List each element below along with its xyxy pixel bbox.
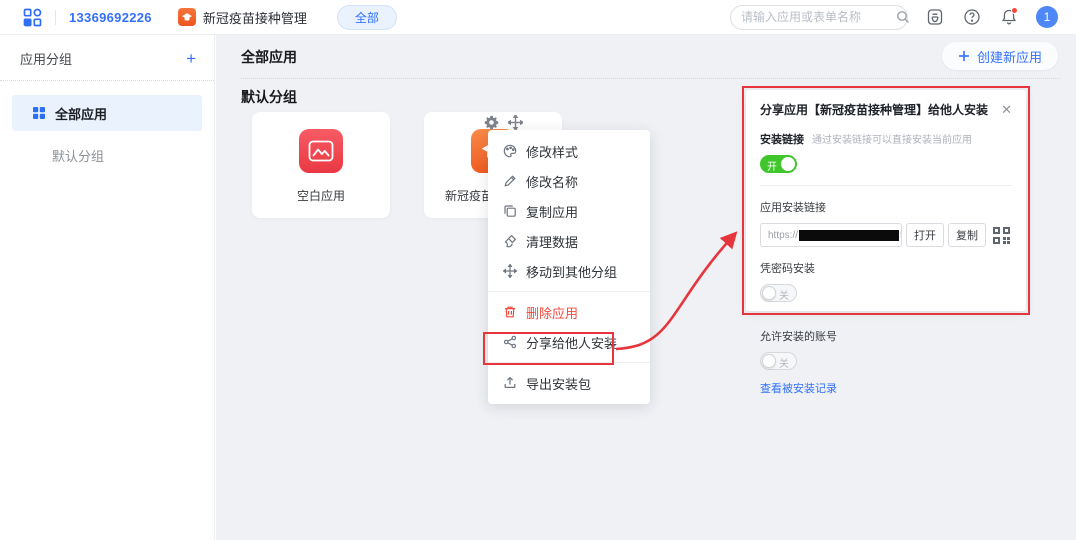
toggle-off-label: 关 (779, 287, 789, 302)
allowed-accounts-toggle[interactable]: 关 (760, 352, 797, 370)
contacts-icon[interactable] (925, 7, 945, 27)
user-avatar[interactable]: 1 (1036, 6, 1058, 28)
sidebar-header: 应用分组 + (0, 35, 214, 81)
blank-app-icon (299, 129, 343, 173)
style-icon (502, 144, 517, 159)
toggle-off-label: 关 (779, 355, 789, 370)
link-prefix-text: https:// (768, 230, 798, 241)
install-link-field[interactable]: https:// 512ca1c925540e07a78... (760, 223, 902, 247)
topbar-right: 1 (730, 5, 1076, 30)
menu-item-edit-style[interactable]: 修改样式 (488, 136, 650, 166)
menu-item-share-install[interactable]: 分享给他人安装 (488, 327, 650, 357)
search-input[interactable] (741, 10, 896, 24)
menu-divider (488, 362, 650, 363)
menu-item-label: 分享给他人安装 (526, 333, 617, 352)
allowed-accounts-label: 允许安装的账号 (760, 328, 837, 344)
install-link-toggle[interactable]: 开 (760, 155, 797, 173)
export-icon (502, 376, 517, 391)
menu-item-move-to-group[interactable]: 移动到其他分组 (488, 256, 650, 286)
menu-item-delete-app[interactable]: 删除应用 (488, 297, 650, 327)
plus-icon (958, 50, 970, 62)
create-app-button-label: 创建新应用 (977, 47, 1042, 66)
sidebar-item-all-apps[interactable]: 全部应用 (12, 95, 202, 131)
share-panel-header: 分享应用【新冠疫苗接种管理】给他人安装 ✕ (760, 90, 1012, 118)
share-icon (502, 335, 517, 350)
scope-filter-pill[interactable]: 全部 (337, 5, 397, 30)
qr-code-icon[interactable] (990, 224, 1012, 246)
toggle-knob (781, 157, 795, 171)
sidebar-title: 应用分组 (20, 49, 72, 68)
menu-item-export-package[interactable]: 导出安装包 (488, 368, 650, 398)
install-link-row: 安装链接 通过安装链接可以直接安装当前应用 (760, 131, 1012, 147)
group-title: 默认分组 (241, 87, 297, 107)
menu-item-label: 修改名称 (526, 172, 578, 191)
add-group-button[interactable]: + (186, 50, 196, 67)
password-install-row: 凭密码安装 (760, 260, 1012, 276)
app-logo-icon (178, 8, 196, 26)
apps-grid-logo-icon[interactable] (22, 7, 42, 27)
close-icon[interactable]: ✕ (1001, 103, 1012, 116)
menu-item-duplicate[interactable]: 复制应用 (488, 196, 650, 226)
current-app-name: 新冠疫苗接种管理 (203, 8, 307, 27)
app-install-link-label: 应用安装链接 (760, 199, 826, 215)
menu-item-clean-data[interactable]: 清理数据 (488, 226, 650, 256)
topbar-left: 13369692226 新冠疫苗接种管理 全部 (0, 5, 397, 30)
trash-icon (502, 305, 517, 320)
allowed-accounts-row: 允许安装的账号 (760, 328, 1012, 344)
menu-item-label: 移动到其他分组 (526, 262, 617, 281)
sidebar-item-label: 全部应用 (55, 104, 107, 123)
app-card-label: 空白应用 (297, 187, 345, 204)
toggle-knob (762, 354, 776, 368)
sidebar-item-default-group[interactable]: 默认分组 (0, 137, 214, 173)
menu-item-label: 导出安装包 (526, 374, 591, 393)
panel-divider (760, 185, 1012, 186)
install-link-hint: 通过安装链接可以直接安装当前应用 (812, 131, 972, 146)
toggle-on-label: 开 (767, 158, 777, 173)
page-title: 全部应用 (241, 47, 297, 67)
divider (55, 10, 56, 25)
notification-dot (1011, 7, 1018, 14)
notifications-bell-icon[interactable] (999, 7, 1019, 27)
toggle-knob (762, 286, 776, 300)
panel-divider (760, 314, 1012, 315)
app-link-row: 应用安装链接 (760, 199, 1012, 215)
share-app-panel: 分享应用【新冠疫苗接种管理】给他人安装 ✕ 安装链接 通过安装链接可以直接安装当… (746, 90, 1026, 311)
app-card-blank[interactable]: 空白应用 (252, 112, 390, 218)
all-apps-grid-icon (32, 106, 46, 120)
password-install-label: 凭密码安装 (760, 260, 815, 276)
divider (241, 78, 1060, 79)
link-actions-row: https:// 512ca1c925540e07a78... 打开 复制 (760, 223, 1012, 247)
menu-item-label: 清理数据 (526, 232, 578, 251)
clean-icon (502, 234, 517, 249)
topbar: 13369692226 新冠疫苗接种管理 全部 (0, 0, 1076, 35)
current-app-chip[interactable]: 新冠疫苗接种管理 (178, 8, 307, 27)
menu-item-label: 删除应用 (526, 303, 578, 322)
sidebar-item-label: 默认分组 (52, 146, 104, 165)
help-icon[interactable] (962, 7, 982, 27)
create-app-button[interactable]: 创建新应用 (942, 42, 1058, 70)
menu-item-label: 修改样式 (526, 142, 578, 161)
share-panel-title: 分享应用【新冠疫苗接种管理】给他人安装 (760, 101, 988, 118)
link-tail-text: 512ca1c925540e07a78... (900, 230, 902, 241)
account-number[interactable]: 13369692226 (69, 10, 152, 25)
install-link-label: 安装链接 (760, 131, 804, 147)
sidebar: 应用分组 + 全部应用 默认分组 (0, 35, 215, 540)
menu-item-label: 复制应用 (526, 202, 578, 221)
menu-divider (488, 291, 650, 292)
copy-icon (502, 204, 517, 219)
open-link-button[interactable]: 打开 (906, 223, 944, 247)
move-icon (502, 264, 517, 279)
password-install-toggle[interactable]: 关 (760, 284, 797, 302)
main-content: 全部应用 创建新应用 默认分组 空白应用 新冠疫苗接种管理 (216, 35, 1076, 540)
view-install-records-link[interactable]: 查看被安装记录 (760, 380, 837, 396)
redacted-link-bar (799, 230, 899, 241)
copy-link-button[interactable]: 复制 (948, 223, 986, 247)
menu-item-rename[interactable]: 修改名称 (488, 166, 650, 196)
app-context-menu: 修改样式 修改名称 复制应用 清理数据 (488, 130, 650, 404)
search-icon (896, 10, 910, 24)
search-box[interactable] (730, 5, 908, 30)
rename-icon (502, 174, 517, 189)
